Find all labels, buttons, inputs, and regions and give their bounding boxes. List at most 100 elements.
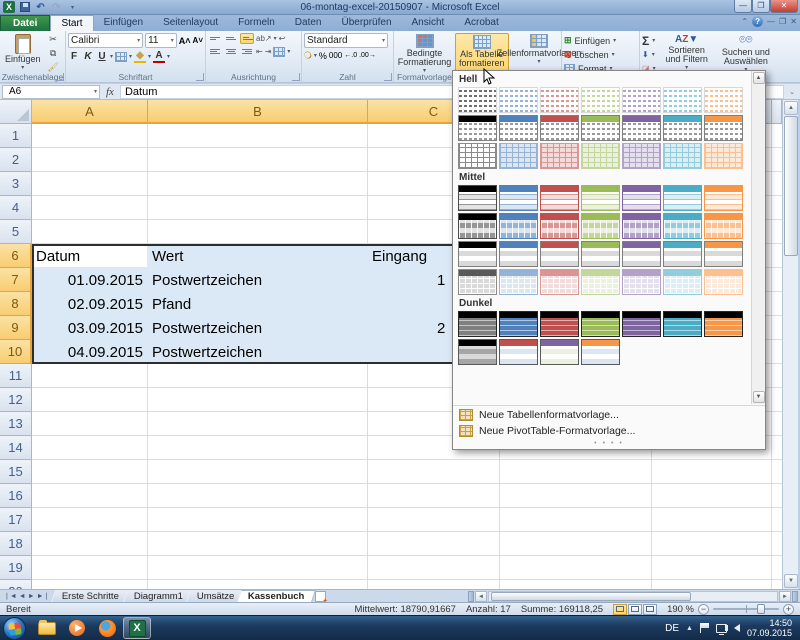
table-style-mittel-r4-c7[interactable] <box>704 269 743 295</box>
ribbon-collapse-icon[interactable]: ⌃ <box>741 17 748 26</box>
align-bottom-button[interactable] <box>240 33 254 44</box>
row-header-5[interactable]: 5 <box>0 220 32 244</box>
align-middle-button[interactable] <box>224 33 238 44</box>
row-header-16[interactable]: 16 <box>0 484 32 508</box>
table-style-dunkel-r1-c1[interactable] <box>458 311 497 337</box>
cell-B10[interactable]: Postwertzeichen <box>152 340 262 364</box>
tab-ansicht[interactable]: Ansicht <box>402 15 455 31</box>
insert-function-icon[interactable]: fx <box>100 86 120 98</box>
wrap-text-button[interactable]: ↩ <box>279 34 286 43</box>
row-header-15[interactable]: 15 <box>0 460 32 484</box>
cell-B8[interactable]: Pfand <box>152 292 191 316</box>
table-style-hell-r3-c1[interactable] <box>458 143 497 169</box>
cut-button[interactable]: ✂ <box>46 33 61 46</box>
table-style-dunkel-r1-c2[interactable] <box>499 311 538 337</box>
table-style-mittel-r1-c3[interactable] <box>540 185 579 211</box>
row-header-3[interactable]: 3 <box>0 172 32 196</box>
font-color-button[interactable]: A <box>153 50 165 63</box>
sort-filter-button[interactable]: AZ▼ Sortieren und Filtern ▾ <box>659 33 715 75</box>
table-style-mittel-r2-c3[interactable] <box>540 213 579 239</box>
doc-close-icon[interactable]: ✕ <box>790 17 797 26</box>
expand-formula-bar-icon[interactable]: ⌄ <box>784 88 800 96</box>
vertical-scrollbar[interactable]: ▲ ▼ <box>782 100 798 589</box>
cell-A10[interactable]: 04.09.2015 <box>32 340 143 364</box>
page-layout-view-button[interactable] <box>628 604 642 615</box>
find-select-button[interactable]: ⌾⌾ Suchen und Auswählen ▾ <box>718 33 774 75</box>
zoom-level[interactable]: 190 % <box>667 604 694 615</box>
borders-button[interactable] <box>115 52 127 62</box>
tab-splitter-handle[interactable] <box>468 591 474 602</box>
clock[interactable]: 14:50 07.09.2015 <box>747 618 792 638</box>
last-sheet-icon[interactable]: ►❘ <box>37 592 50 600</box>
align-top-button[interactable] <box>208 33 222 44</box>
table-style-dunkel-r1-c7[interactable] <box>704 311 743 337</box>
table-style-mittel-r4-c6[interactable] <box>663 269 702 295</box>
table-style-mittel-r2-c5[interactable] <box>622 213 661 239</box>
table-style-mittel-r3-c3[interactable] <box>540 241 579 267</box>
table-style-dunkel-r2-c2[interactable] <box>499 339 538 365</box>
doc-restore-icon[interactable]: ❐ <box>779 17 786 26</box>
row-header-18[interactable]: 18 <box>0 532 32 556</box>
autosum-button[interactable]: Σ▾ <box>642 34 656 47</box>
table-style-mittel-r4-c5[interactable] <box>622 269 661 295</box>
row-header-12[interactable]: 12 <box>0 388 32 412</box>
table-style-mittel-r4-c4[interactable] <box>581 269 620 295</box>
new-pivot-style-menu-item[interactable]: Neue PivotTable-Formatvorlage... <box>453 423 765 439</box>
page-break-view-button[interactable] <box>643 604 657 615</box>
language-indicator[interactable]: DE <box>665 623 679 634</box>
prev-sheet-icon[interactable]: ◄ <box>19 593 26 600</box>
table-style-mittel-r2-c1[interactable] <box>458 213 497 239</box>
start-button[interactable] <box>3 617 26 640</box>
table-style-mittel-r2-c2[interactable] <box>499 213 538 239</box>
sheet-tab-diagramm1[interactable]: Diagramm1 <box>123 590 194 602</box>
table-style-mittel-r2-c6[interactable] <box>663 213 702 239</box>
gallery-scroll-up-icon[interactable]: ▲ <box>753 72 765 84</box>
fill-button[interactable]: ⬇▾ <box>642 48 656 61</box>
cell-A6[interactable]: Datum <box>36 244 80 268</box>
table-style-dunkel-r2-c4[interactable] <box>581 339 620 365</box>
table-style-hell-r1-c2[interactable] <box>499 87 538 113</box>
cell-B6[interactable]: Wert <box>152 244 183 268</box>
align-left-button[interactable] <box>208 46 222 57</box>
table-style-mittel-r1-c4[interactable] <box>581 185 620 211</box>
table-style-hell-r1-c6[interactable] <box>663 87 702 113</box>
cell-C7[interactable]: 1 <box>437 268 452 292</box>
table-style-hell-r1-c3[interactable] <box>540 87 579 113</box>
paste-button[interactable]: Einfügen ▾ <box>2 33 44 74</box>
delete-cells-button[interactable]: ⊠ Löschen▾ <box>564 48 637 61</box>
row-header-11[interactable]: 11 <box>0 364 32 388</box>
tab-acrobat[interactable]: Acrobat <box>454 15 508 31</box>
column-header-x[interactable] <box>772 100 782 124</box>
font-dialog-launcher[interactable] <box>196 73 204 81</box>
table-style-dunkel-r2-c3[interactable] <box>540 339 579 365</box>
align-right-button[interactable] <box>240 46 254 57</box>
row-header-14[interactable]: 14 <box>0 436 32 460</box>
table-style-mittel-r1-c7[interactable] <box>704 185 743 211</box>
comma-style-button[interactable]: 000 <box>329 51 342 60</box>
grow-font-button[interactable]: A˄ <box>179 36 191 46</box>
taskbar-firefox-button[interactable] <box>93 617 121 639</box>
cell-A9[interactable]: 03.09.2015 <box>32 316 143 340</box>
speaker-icon[interactable] <box>734 624 740 632</box>
underline-button[interactable]: U <box>96 51 108 62</box>
zoom-slider[interactable] <box>713 608 779 610</box>
name-box[interactable]: A6▾ <box>2 85 100 99</box>
table-style-dunkel-r1-c5[interactable] <box>622 311 661 337</box>
table-style-mittel-r4-c2[interactable] <box>499 269 538 295</box>
orientation-button[interactable]: ab↗ <box>256 34 272 43</box>
table-style-mittel-r1-c6[interactable] <box>663 185 702 211</box>
column-header-A[interactable]: A <box>32 100 148 124</box>
zoom-slider-handle[interactable] <box>757 604 765 614</box>
copy-button[interactable]: ⧉ <box>46 47 61 60</box>
row-header-2[interactable]: 2 <box>0 148 32 172</box>
scroll-right-icon[interactable]: ► <box>779 591 791 602</box>
taskbar-explorer-button[interactable] <box>33 617 61 639</box>
table-style-mittel-r1-c1[interactable] <box>458 185 497 211</box>
table-style-mittel-r3-c4[interactable] <box>581 241 620 267</box>
help-icon[interactable]: ? <box>752 16 763 27</box>
decrease-indent-button[interactable]: ⇤ <box>256 47 263 56</box>
italic-button[interactable]: K <box>82 51 94 62</box>
gallery-scroll-down-icon[interactable]: ▼ <box>753 391 765 403</box>
merge-center-button[interactable] <box>273 47 285 57</box>
fill-color-button[interactable]: ◆ <box>134 50 146 63</box>
